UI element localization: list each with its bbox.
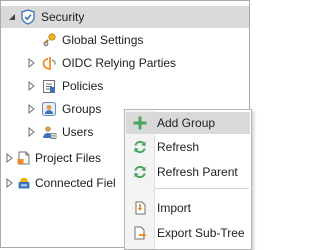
oidc-icon xyxy=(42,57,56,71)
tree-item-label: Connected Fiel xyxy=(35,176,116,190)
menu-item-import[interactable]: Import xyxy=(126,197,250,219)
tree-item-label: Security xyxy=(41,10,85,24)
collapsed-arrow-icon[interactable] xyxy=(4,152,14,164)
import-icon xyxy=(135,201,146,215)
menu-item-refresh[interactable]: Refresh xyxy=(126,136,250,158)
menu-item-label: Refresh Parent xyxy=(157,165,238,179)
project-files-icon xyxy=(17,151,30,165)
tree-item-oidc-relying-parties[interactable]: OIDC Relying Parties xyxy=(1,52,249,74)
plus-icon xyxy=(133,116,147,130)
refresh-parent-icon xyxy=(134,165,146,179)
refresh-icon xyxy=(134,140,146,154)
menu-item-add-group[interactable]: Add Group xyxy=(126,112,250,134)
export-icon xyxy=(134,226,147,240)
expanded-arrow-icon[interactable] xyxy=(7,11,17,23)
groups-icon xyxy=(42,102,56,116)
tree-item-label: Policies xyxy=(62,79,104,93)
collapsed-arrow-icon[interactable] xyxy=(26,126,36,138)
key-gear-icon xyxy=(43,33,56,47)
users-icon xyxy=(43,126,57,139)
menu-item-export-sub-tree[interactable]: Export Sub-Tree xyxy=(126,222,250,244)
tree-item-security[interactable]: Security xyxy=(1,6,249,28)
policies-icon xyxy=(43,80,55,93)
tree-item-label: Global Settings xyxy=(62,33,144,47)
menu-item-label: Import xyxy=(157,201,192,215)
tree-item-label: Users xyxy=(62,125,94,139)
tree-item-label: Project Files xyxy=(35,151,102,165)
collapsed-arrow-icon[interactable] xyxy=(26,103,36,115)
connected-fields-icon xyxy=(18,177,30,189)
tree-item-label: OIDC Relying Parties xyxy=(62,56,177,70)
tree-item-policies[interactable]: Policies xyxy=(1,75,249,97)
shield-icon xyxy=(21,9,35,25)
tree-item-label: Groups xyxy=(62,102,102,116)
collapsed-arrow-icon[interactable] xyxy=(26,80,36,92)
menu-item-refresh-parent[interactable]: Refresh Parent xyxy=(126,161,250,183)
menu-separator xyxy=(155,188,249,189)
menu-item-label: Add Group xyxy=(157,116,216,130)
collapsed-arrow-icon[interactable] xyxy=(4,177,14,189)
tree-item-global-settings[interactable]: Global Settings xyxy=(1,29,249,51)
context-menu: Add Group Refresh Refresh Parent Import xyxy=(124,109,252,250)
menu-item-label: Refresh xyxy=(157,140,200,154)
collapsed-arrow-icon[interactable] xyxy=(26,57,36,69)
menu-item-label: Export Sub-Tree xyxy=(157,226,245,240)
